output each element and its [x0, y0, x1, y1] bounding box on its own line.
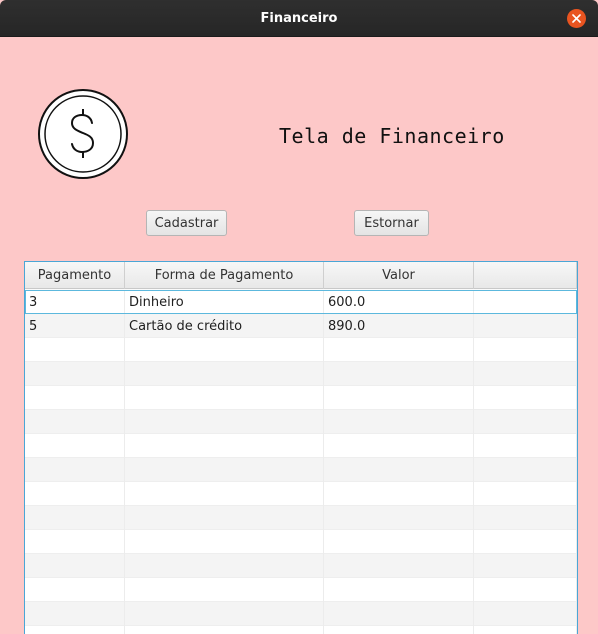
cell-extra — [474, 290, 577, 314]
table-row-empty — [25, 458, 577, 482]
title-bar[interactable]: Financeiro — [0, 0, 598, 37]
cell-forma: Cartão de crédito — [125, 314, 324, 338]
table-row-empty — [25, 602, 577, 626]
table-row-empty — [25, 554, 577, 578]
table-row-empty — [25, 386, 577, 410]
close-button[interactable] — [567, 9, 586, 28]
cell-pagamento: 3 — [25, 290, 125, 314]
table-row-empty — [25, 506, 577, 530]
payments-table[interactable]: Pagamento Forma de Pagamento Valor 3 Din… — [24, 261, 578, 634]
table-row-empty — [25, 338, 577, 362]
cell-extra — [474, 314, 577, 338]
table-row[interactable]: 5 Cartão de crédito 890.0 — [25, 314, 577, 338]
column-header-valor[interactable]: Valor — [324, 262, 474, 289]
table-row-empty — [25, 410, 577, 434]
dollar-circle-icon — [38, 89, 128, 179]
cell-pagamento: 5 — [25, 314, 125, 338]
column-header-empty[interactable] — [474, 262, 577, 289]
page-title: Tela de Financeiro — [279, 124, 505, 148]
app-window: Financeiro Tela de Financeiro Cadastrar … — [0, 0, 598, 634]
close-icon — [572, 14, 581, 23]
cell-valor: 600.0 — [324, 290, 474, 314]
table-row-empty — [25, 434, 577, 458]
table-row[interactable]: 3 Dinheiro 600.0 — [25, 290, 577, 314]
table-row-empty — [25, 362, 577, 386]
estornar-button[interactable]: Estornar — [354, 210, 429, 236]
table-row-empty — [25, 530, 577, 554]
cell-forma: Dinheiro — [125, 290, 324, 314]
cell-valor: 890.0 — [324, 314, 474, 338]
column-header-forma-de-pagamento[interactable]: Forma de Pagamento — [125, 262, 324, 289]
cadastrar-button[interactable]: Cadastrar — [146, 210, 227, 236]
table-row-empty — [25, 482, 577, 506]
table-row-empty — [25, 578, 577, 602]
window-title: Financeiro — [260, 10, 338, 26]
main-content: Tela de Financeiro Cadastrar Estornar Pa… — [0, 37, 598, 634]
table-body: 3 Dinheiro 600.0 5 Cartão de crédito 890… — [25, 290, 577, 634]
column-header-pagamento[interactable]: Pagamento — [25, 262, 125, 289]
table-row-empty — [25, 626, 577, 634]
table-header: Pagamento Forma de Pagamento Valor — [25, 262, 577, 289]
